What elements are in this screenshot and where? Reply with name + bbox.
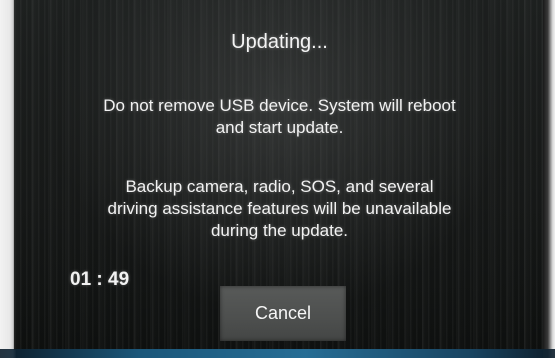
countdown-timer: 01 : 49: [70, 269, 130, 290]
features-line-1: Backup camera, radio, SOS, and several: [125, 177, 434, 196]
usb-warning-line-2: and start update.: [215, 118, 344, 137]
update-title: Updating...: [231, 31, 328, 53]
features-line-3: during the update.: [210, 221, 349, 240]
bottom-accent-strip: [0, 349, 555, 358]
features-line-2: driving assistance features will be unav…: [107, 199, 452, 218]
usb-warning-message: Do not remove USB device. System will re…: [14, 95, 545, 139]
infotainment-display: Updating... Do not remove USB device. Sy…: [0, 0, 555, 358]
cancel-button[interactable]: Cancel: [220, 286, 346, 341]
usb-warning-line-1: Do not remove USB device. System will re…: [103, 96, 456, 115]
features-unavailable-message: Backup camera, radio, SOS, and several d…: [14, 176, 545, 242]
